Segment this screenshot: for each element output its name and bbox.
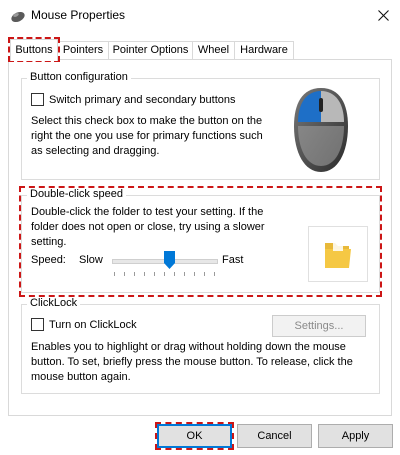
tab-pointers[interactable]: Pointers [57,41,109,59]
test-folder-box[interactable] [308,226,368,282]
apply-button[interactable]: Apply [318,424,393,448]
slider-tick [114,272,115,276]
clicklock-label: Turn on ClickLock [49,318,137,331]
slider-tick [154,272,155,276]
ok-button[interactable]: OK [157,424,232,448]
close-icon [377,10,389,21]
tab-wheel[interactable]: Wheel [192,41,235,59]
speed-label: Speed: [31,254,66,266]
mouse-properties-icon [11,11,25,23]
clicklock-description: Enables you to highlight or drag without… [31,341,353,383]
clicklock-checkbox[interactable] [31,318,44,331]
switch-buttons-checkbox-row[interactable]: Switch primary and secondary buttons [31,93,235,106]
window-title: Mouse Properties [31,8,126,22]
fast-label: Fast [222,254,244,266]
button-configuration-legend: Button configuration [27,71,131,83]
mouse-properties-window: Mouse Properties Buttons Pointers Pointe… [0,0,400,455]
title-bar: Mouse Properties [0,0,400,31]
tab-buttons[interactable]: Buttons [10,39,58,61]
double-click-description: Double-click the folder to test your set… [31,206,265,248]
button-configuration-description: Select this check box to make the button… [31,115,263,157]
tab-strip: Buttons Pointers Pointer Options Wheel H… [8,39,392,61]
switch-buttons-checkbox[interactable] [31,93,44,106]
slider-tick [124,272,125,276]
slider-tick [194,272,195,276]
slider-tick [174,272,175,276]
tab-hardware[interactable]: Hardware [234,41,294,59]
close-button[interactable] [366,0,400,31]
clicklock-checkbox-row[interactable]: Turn on ClickLock [31,318,137,331]
cancel-button[interactable]: Cancel [237,424,312,448]
double-click-speed-slider-thumb[interactable] [164,251,175,269]
tab-pointer-options[interactable]: Pointer Options [108,41,193,59]
slider-tick [144,272,145,276]
slider-tick [204,272,205,276]
slider-tick [164,272,165,276]
switch-buttons-label: Switch primary and secondary buttons [49,93,236,106]
clicklock-legend: ClickLock [27,297,81,309]
clicklock-settings-button[interactable]: Settings... [272,315,366,337]
mouse-illustration [294,88,348,172]
slider-tick [214,272,215,276]
slow-label: Slow [79,254,103,266]
folder-icon [325,241,351,268]
slider-tick [184,272,185,276]
double-click-speed-legend: Double-click speed [27,188,126,200]
slider-tick [134,272,135,276]
